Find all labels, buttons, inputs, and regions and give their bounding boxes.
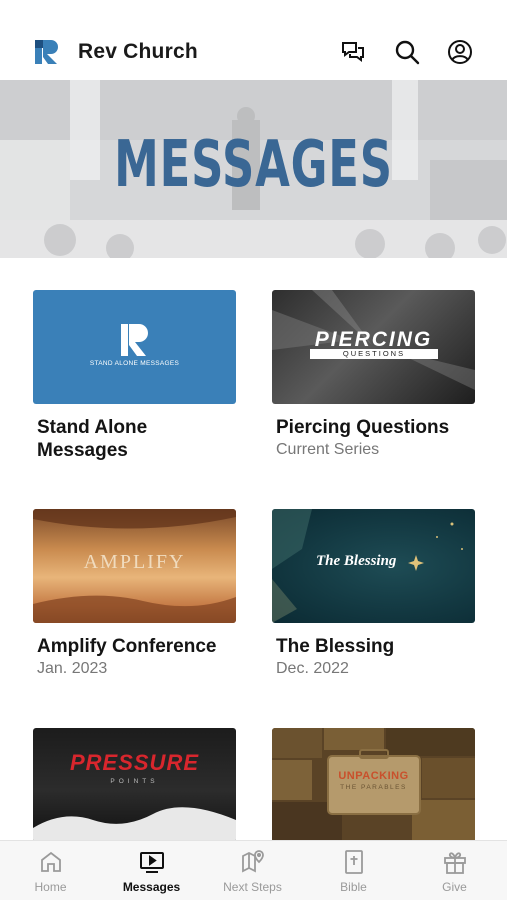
app-header: Rev Church — [0, 0, 507, 80]
rev-logo-icon[interactable] — [33, 38, 61, 66]
gift-icon — [443, 852, 466, 874]
thumb-subcaption: THE PARABLES — [340, 784, 407, 791]
map-pin-icon — [241, 850, 264, 873]
tab-label: Home — [34, 880, 67, 894]
tab-give[interactable]: Give — [404, 849, 505, 899]
hero-title: MESSAGES — [114, 128, 393, 202]
series-card-stand-alone[interactable]: STAND ALONE MESSAGES Stand Alone Message… — [33, 290, 236, 462]
thumb-subcaption: POINTS — [110, 778, 159, 785]
series-card-piercing-questions[interactable]: PIERCING QUESTIONS Piercing Questions Cu… — [272, 290, 475, 460]
tv-play-icon — [139, 852, 164, 873]
thumb-caption: PRESSURE — [69, 750, 200, 775]
search-icon[interactable] — [393, 38, 421, 66]
series-card-the-blessing[interactable]: The Blessing The Blessing Dec. 2022 — [272, 509, 475, 679]
series-thumbnail[interactable]: The Blessing — [272, 509, 475, 623]
tab-label: Bible — [340, 880, 367, 894]
series-card-unpacking-the-parables[interactable]: UNPACKING THE PARABLES — [272, 728, 475, 842]
home-icon — [40, 851, 61, 872]
series-thumbnail[interactable]: PIERCING QUESTIONS — [272, 290, 475, 404]
tab-label: Give — [442, 880, 467, 894]
tab-next-steps[interactable]: Next Steps — [202, 849, 303, 899]
bottom-tab-bar: Home Messages Next Steps Bible Give — [0, 840, 507, 900]
thumb-subcaption: QUESTIONS — [310, 349, 438, 359]
account-icon[interactable] — [446, 38, 474, 66]
series-title: The Blessing — [276, 636, 395, 657]
app-title: Rev Church — [78, 40, 198, 63]
tab-label: Next Steps — [223, 880, 282, 894]
tab-messages[interactable]: Messages — [101, 849, 202, 899]
tab-bible[interactable]: Bible — [303, 849, 404, 899]
messages-hero-banner: MESSAGES — [0, 80, 507, 258]
series-thumbnail[interactable]: UNPACKING THE PARABLES — [272, 728, 475, 842]
series-subtitle: Current Series — [276, 441, 380, 458]
series-title: Piercing Questions — [276, 417, 450, 438]
series-card-amplify-conference[interactable]: AMPLIFY Amplify Conference Jan. 2023 — [33, 509, 236, 679]
bible-icon — [344, 850, 363, 874]
thumb-caption: AMPLIFY — [83, 551, 186, 573]
series-thumbnail[interactable]: AMPLIFY — [33, 509, 236, 623]
series-title: Stand Alone Messages — [37, 417, 148, 461]
series-subtitle: Dec. 2022 — [276, 660, 349, 677]
thumb-caption: The Blessing — [316, 553, 397, 569]
thumb-caption: STAND ALONE MESSAGES — [89, 360, 180, 367]
thumb-caption: UNPACKING — [338, 770, 409, 782]
series-card-pressure-points[interactable]: PRESSURE POINTS — [33, 728, 236, 842]
series-title: Amplify Conference — [37, 636, 217, 657]
tab-home[interactable]: Home — [0, 849, 101, 899]
series-thumbnail[interactable]: STAND ALONE MESSAGES — [33, 290, 236, 404]
series-thumbnail[interactable]: PRESSURE POINTS — [33, 728, 236, 842]
chat-icon[interactable] — [339, 38, 367, 66]
series-subtitle: Jan. 2023 — [37, 660, 108, 677]
tab-label: Messages — [122, 880, 181, 894]
